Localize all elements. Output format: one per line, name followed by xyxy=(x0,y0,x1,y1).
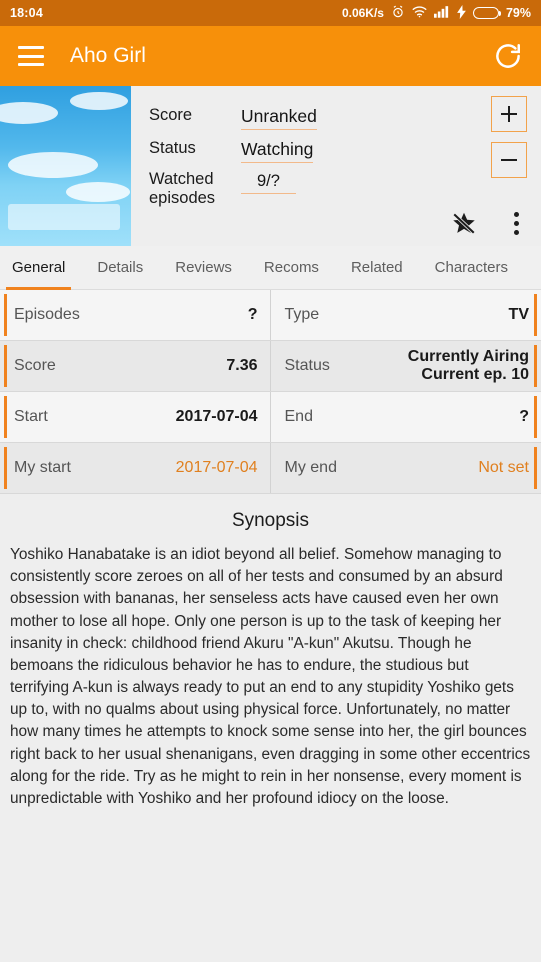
battery-percent-label: 79% xyxy=(505,6,531,20)
end-key: End xyxy=(284,408,313,425)
synopsis-heading: Synopsis xyxy=(231,510,310,531)
anime-info-grid: Episodes ? Type TV Score 7.36 Status Cur… xyxy=(0,290,541,494)
score-row: Score Unranked xyxy=(149,106,541,130)
grid-cell-episodes[interactable]: Episodes ? xyxy=(0,290,271,340)
network-speed-label: 0.06K/s xyxy=(341,6,384,20)
table-row: Start 2017-07-04 End ? xyxy=(0,392,541,442)
increment-episode-button[interactable] xyxy=(491,96,527,132)
header-actions xyxy=(447,206,533,240)
score-key: Score xyxy=(14,357,56,374)
cellular-signal-icon xyxy=(433,5,450,21)
status-bar-indicators: 0.06K/s 79% xyxy=(341,4,531,22)
grid-cell-type[interactable]: Type TV xyxy=(271,290,541,340)
my-end-value: Not set xyxy=(478,459,529,477)
start-value: 2017-07-04 xyxy=(175,408,258,426)
grid-cell-airing-status[interactable]: Status Currently Airing Current ep. 10 xyxy=(271,341,541,391)
section-tabs: General Details Reviews Recoms Related C… xyxy=(0,246,541,290)
watched-episodes-label: Watched episodes xyxy=(149,170,216,207)
my-start-key: My start xyxy=(14,459,71,476)
airing-status-key: Status xyxy=(284,357,330,374)
my-end-key: My end xyxy=(284,459,337,476)
tab-reviews[interactable]: Reviews xyxy=(175,246,232,290)
hamburger-menu-icon[interactable] xyxy=(18,46,44,66)
status-value[interactable]: Watching xyxy=(241,139,314,163)
decrement-episode-button[interactable] xyxy=(491,142,527,178)
status-row: Status Watching xyxy=(149,139,541,163)
grid-cell-start[interactable]: Start 2017-07-04 xyxy=(0,392,271,442)
table-row: My start 2017-07-04 My end Not set xyxy=(0,443,541,493)
tab-details[interactable]: Details xyxy=(97,246,143,290)
anime-header-panel: Score Unranked Status Watching Watched e… xyxy=(0,86,541,246)
score-value[interactable]: Unranked xyxy=(241,106,317,130)
grid-cell-end[interactable]: End ? xyxy=(271,392,541,442)
synopsis-text: Yoshiko Hanabatake is an idiot beyond al… xyxy=(10,546,531,807)
tab-general[interactable]: General xyxy=(5,246,72,290)
synopsis-section: Synopsis Yoshiko Hanabatake is an idiot … xyxy=(0,494,541,811)
status-bar-clock: 18:04 xyxy=(10,6,43,20)
table-row: Score 7.36 Status Currently Airing Curre… xyxy=(0,341,541,391)
alarm-icon xyxy=(391,5,405,22)
anime-quick-info: Score Unranked Status Watching Watched e… xyxy=(131,86,541,246)
score-label: Score xyxy=(149,106,193,124)
star-off-icon[interactable] xyxy=(447,206,481,240)
end-value: ? xyxy=(519,408,529,426)
score-value: 7.36 xyxy=(226,357,258,375)
watched-episodes-row: Watched episodes 9/? xyxy=(149,170,541,208)
type-value: TV xyxy=(508,306,529,324)
more-vertical-icon[interactable] xyxy=(499,206,533,240)
cover-art-image[interactable] xyxy=(0,86,131,246)
tab-characters[interactable]: Characters xyxy=(435,246,508,290)
status-label: Status xyxy=(149,139,196,157)
tab-related[interactable]: Related xyxy=(351,246,403,290)
battery-icon xyxy=(472,7,502,19)
episodes-value: ? xyxy=(247,306,258,324)
episodes-key: Episodes xyxy=(14,306,80,323)
wifi-icon xyxy=(412,5,427,21)
table-row: Episodes ? Type TV xyxy=(0,290,541,340)
start-key: Start xyxy=(14,408,48,425)
grid-cell-score[interactable]: Score 7.36 xyxy=(0,341,271,391)
tab-recoms[interactable]: Recoms xyxy=(264,246,319,290)
app-bar: Aho Girl xyxy=(0,26,541,86)
grid-cell-my-start[interactable]: My start 2017-07-04 xyxy=(0,443,271,493)
watched-episodes-value[interactable]: 9/? xyxy=(241,172,296,194)
airing-status-value: Currently Airing Current ep. 10 xyxy=(407,348,529,383)
episode-stepper xyxy=(491,96,527,178)
refresh-icon[interactable] xyxy=(493,41,523,71)
charging-bolt-icon xyxy=(457,4,466,22)
page-title: Aho Girl xyxy=(70,44,146,67)
my-start-value: 2017-07-04 xyxy=(175,459,258,477)
grid-cell-my-end[interactable]: My end Not set xyxy=(271,443,541,493)
type-key: Type xyxy=(284,306,320,323)
status-bar: 18:04 0.06K/s 79% xyxy=(0,0,541,26)
